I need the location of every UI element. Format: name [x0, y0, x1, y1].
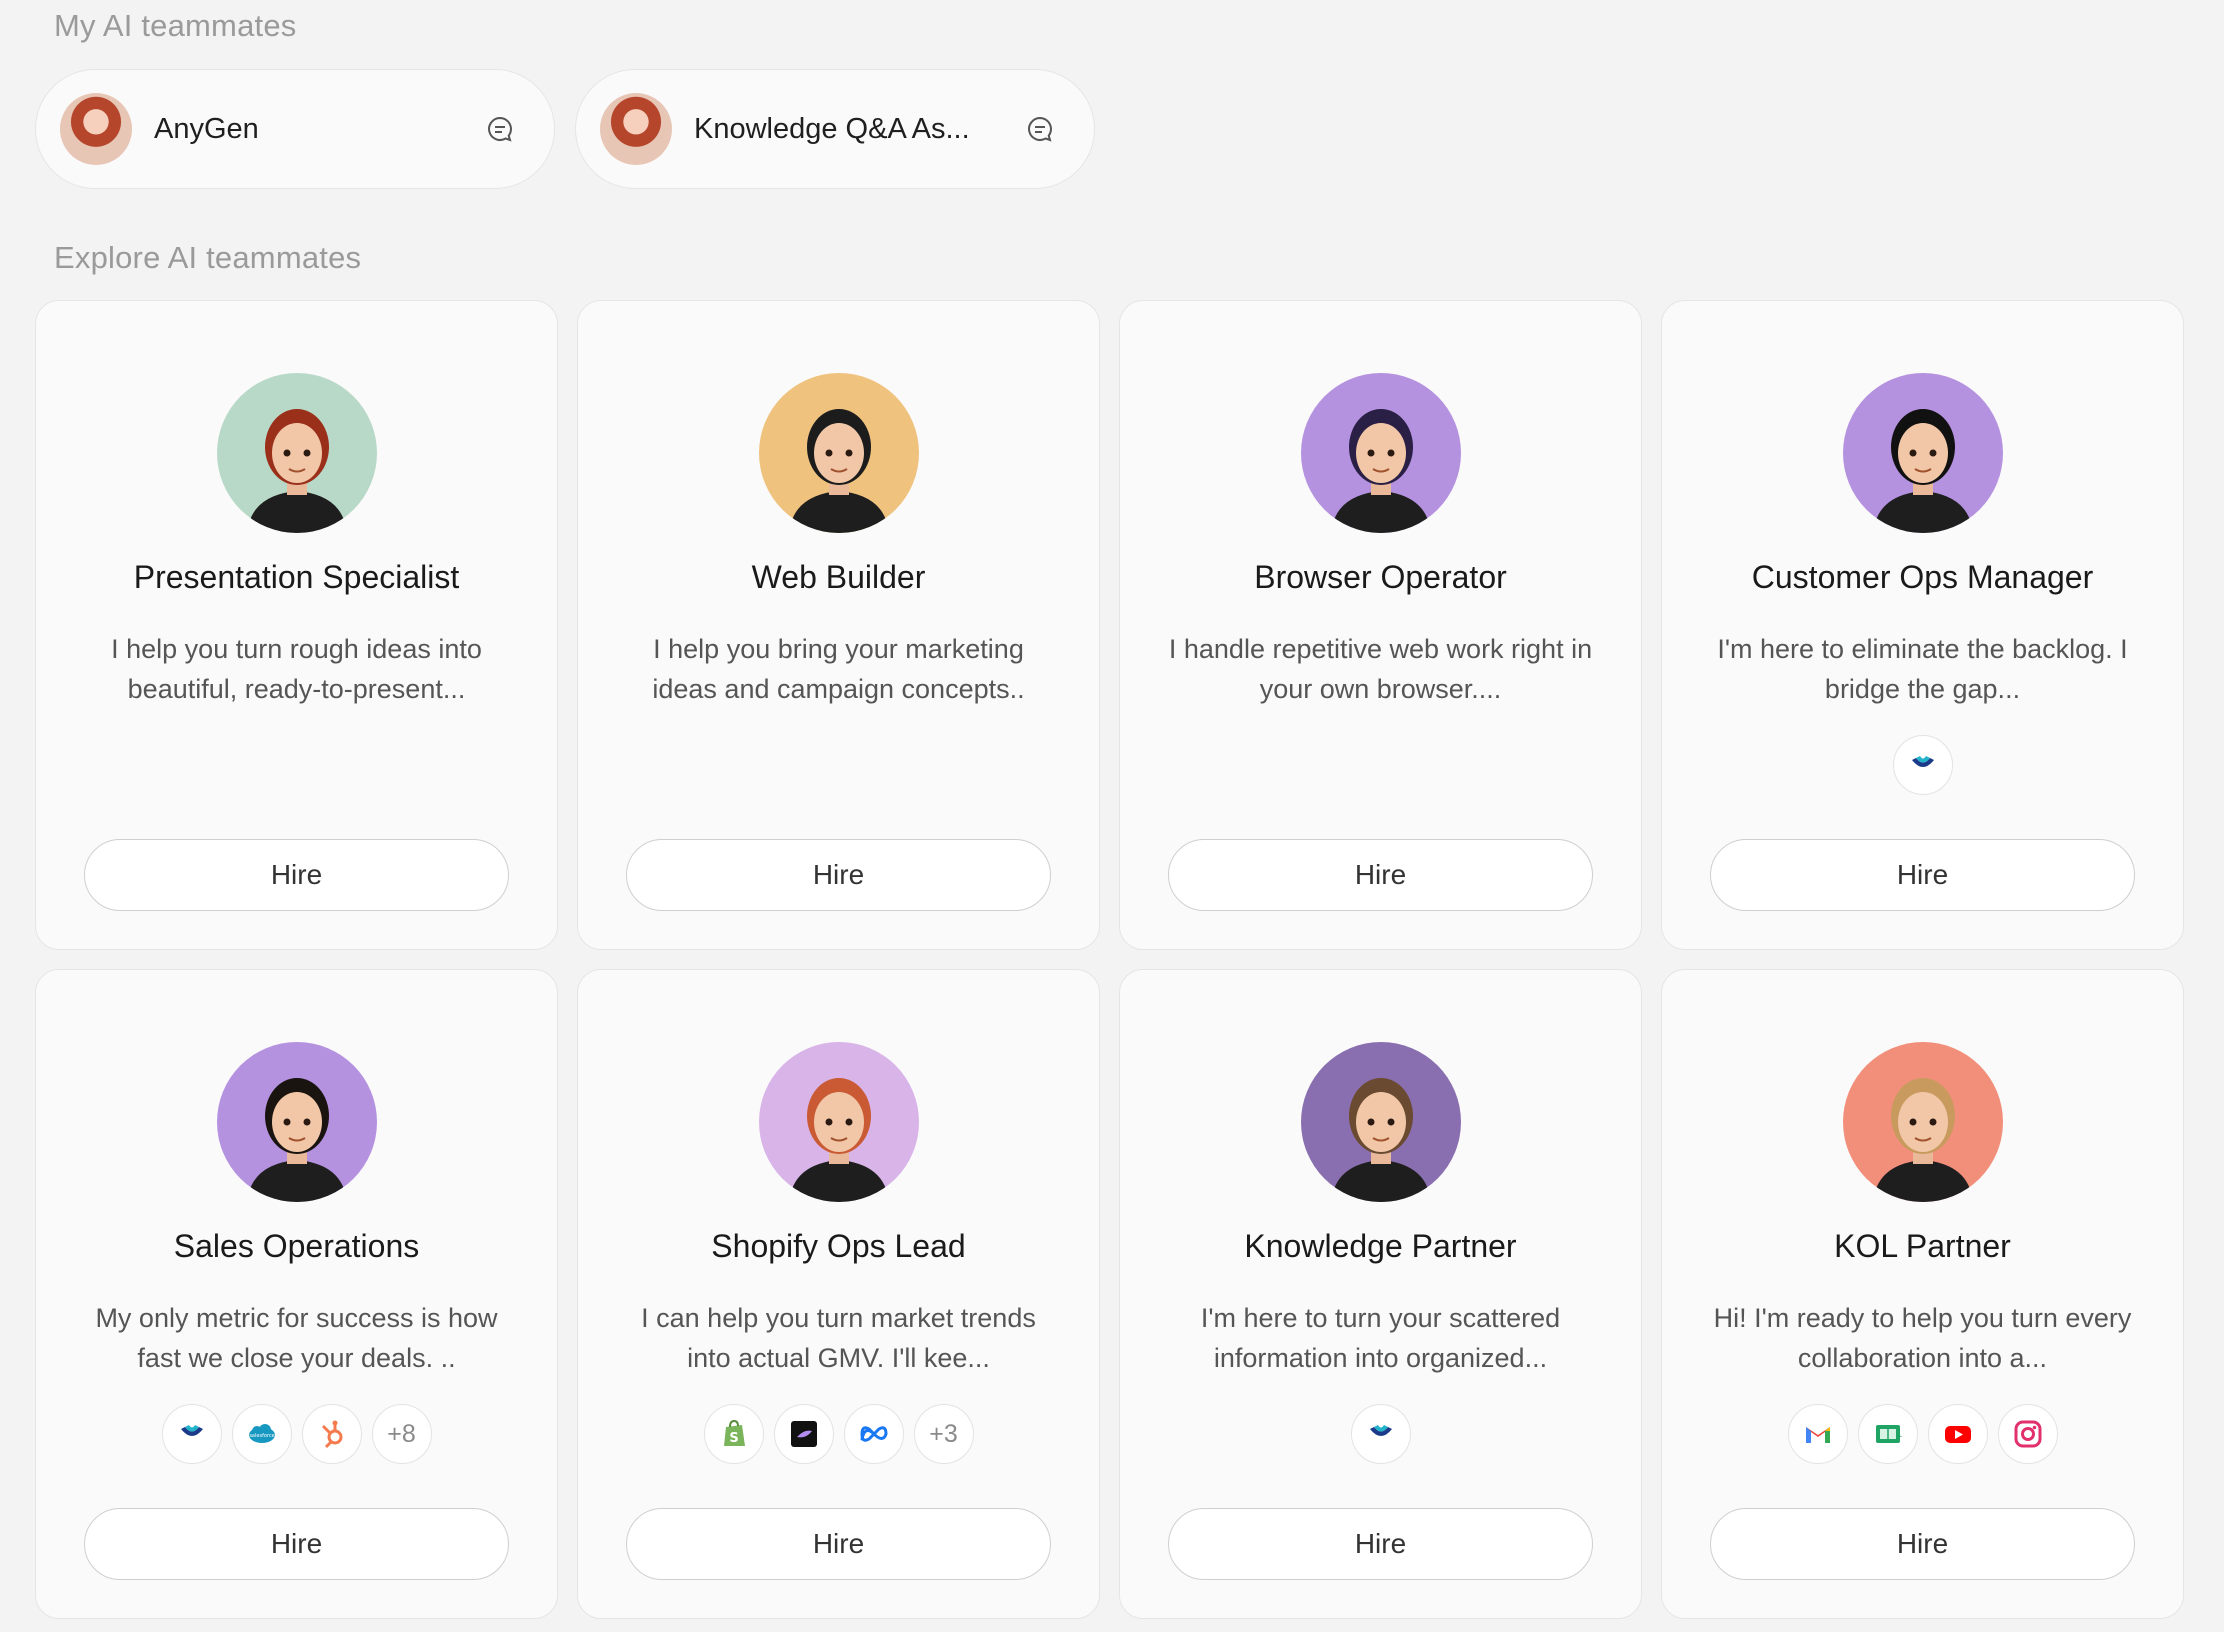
intercom-icon: [161, 1404, 222, 1464]
teammate-description: My only metric for success is how fast w…: [95, 1303, 498, 1373]
hire-button[interactable]: Hire: [1168, 839, 1593, 911]
teammate-card-sales-operations[interactable]: Sales Operations My only metric for succ…: [35, 969, 558, 1619]
teammate-title: Presentation Specialist: [133, 559, 460, 595]
meta-icon: [843, 1404, 904, 1464]
avatar: [758, 1042, 919, 1202]
youtube-icon: [1927, 1404, 1988, 1464]
avatar: [1842, 1042, 2003, 1202]
my-teammates-list: AnyGen Knowledge Q&A As...: [35, 69, 1095, 189]
my-teammate-anygen[interactable]: AnyGen: [35, 69, 555, 189]
intercom-icon: [1350, 1404, 1411, 1464]
hire-button[interactable]: Hire: [84, 1508, 509, 1580]
teammate-title: Shopify Ops Lead: [711, 1228, 966, 1264]
avatar: [1842, 373, 2003, 533]
explore-teammates-label: Explore AI teammates: [54, 240, 362, 275]
teammate-card-web-builder[interactable]: Web Builder I help you bring your market…: [577, 300, 1100, 950]
teammate-description: I help you turn rough ideas into beautif…: [111, 634, 482, 704]
gmail-icon: [1787, 1404, 1848, 1464]
instagram-icon: [1997, 1404, 2058, 1464]
avatar: [758, 373, 919, 533]
sheet-icon: +: [1857, 1404, 1918, 1464]
avatar: [1300, 373, 1461, 533]
hire-button[interactable]: Hire: [1710, 839, 2135, 911]
teammate-card-kol-partner[interactable]: KOL Partner Hi! I'm ready to help you tu…: [1661, 969, 2184, 1619]
teammate-name: AnyGen: [154, 112, 259, 145]
intercom-icon: [1892, 735, 1953, 795]
more-integrations-count: +3: [913, 1404, 974, 1464]
my-teammate-knowledge-qa[interactable]: Knowledge Q&A As...: [575, 69, 1095, 189]
svg-text:S: S: [729, 1431, 738, 1446]
avatar: [216, 1042, 377, 1202]
hire-button[interactable]: Hire: [626, 1508, 1051, 1580]
avatar: [216, 373, 377, 533]
avatar: [600, 93, 672, 165]
shopify-icon: S: [703, 1404, 764, 1464]
integration-list: S +3: [578, 1404, 1099, 1464]
teammate-card-knowledge-partner[interactable]: Knowledge Partner I'm here to turn your …: [1119, 969, 1642, 1619]
teammate-description: I'm here to turn your scattered informat…: [1200, 1303, 1561, 1373]
teammate-description: Hi! I'm ready to help you turn every col…: [1713, 1303, 2132, 1373]
integration-list: [1662, 735, 2183, 795]
teammate-card-presentation-specialist[interactable]: Presentation Specialist I help you turn …: [35, 300, 558, 950]
teammate-title: KOL Partner: [1834, 1228, 2011, 1264]
hire-button[interactable]: Hire: [1710, 1508, 2135, 1580]
svg-text:salesforce: salesforce: [249, 1433, 274, 1439]
svg-text:+: +: [1895, 1432, 1903, 1442]
teammate-description: I help you bring your marketing ideas an…: [652, 634, 1025, 704]
app-icon: [773, 1404, 834, 1464]
teammate-description: I'm here to eliminate the backlog. I bri…: [1717, 634, 2128, 704]
hire-button[interactable]: Hire: [84, 839, 509, 911]
more-integrations-count: +8: [371, 1404, 432, 1464]
integration-list: salesforce +8: [36, 1404, 557, 1464]
salesforce-icon: salesforce: [231, 1404, 292, 1464]
explore-teammates-grid: Presentation Specialist I help you turn …: [35, 300, 2184, 1619]
teammate-name: Knowledge Q&A As...: [694, 112, 970, 145]
teammate-description: I can help you turn market trends into a…: [641, 1303, 1036, 1373]
my-teammates-label: My AI teammates: [54, 8, 297, 43]
hubspot-icon: [301, 1404, 362, 1464]
teammate-title: Customer Ops Manager: [1751, 559, 2094, 595]
teammate-card-customer-ops-manager[interactable]: Customer Ops Manager I'm here to elimina…: [1661, 300, 2184, 950]
hire-button[interactable]: Hire: [1168, 1508, 1593, 1580]
teammate-card-shopify-ops-lead[interactable]: Shopify Ops Lead I can help you turn mar…: [577, 969, 1100, 1619]
integration-list: +: [1662, 1404, 2183, 1464]
avatar: [60, 93, 132, 165]
teammate-title: Web Builder: [751, 559, 926, 595]
avatar: [1300, 1042, 1461, 1202]
teammate-title: Browser Operator: [1254, 559, 1507, 595]
teammate-card-browser-operator[interactable]: Browser Operator I handle repetitive web…: [1119, 300, 1642, 950]
hire-button[interactable]: Hire: [626, 839, 1051, 911]
teammate-title: Knowledge Partner: [1244, 1228, 1517, 1264]
integration-list: [1120, 1404, 1641, 1464]
chat-icon[interactable]: [486, 115, 514, 143]
teammate-description: I handle repetitive web work right in yo…: [1168, 634, 1593, 704]
chat-icon[interactable]: [1026, 115, 1054, 143]
teammate-title: Sales Operations: [173, 1228, 420, 1264]
